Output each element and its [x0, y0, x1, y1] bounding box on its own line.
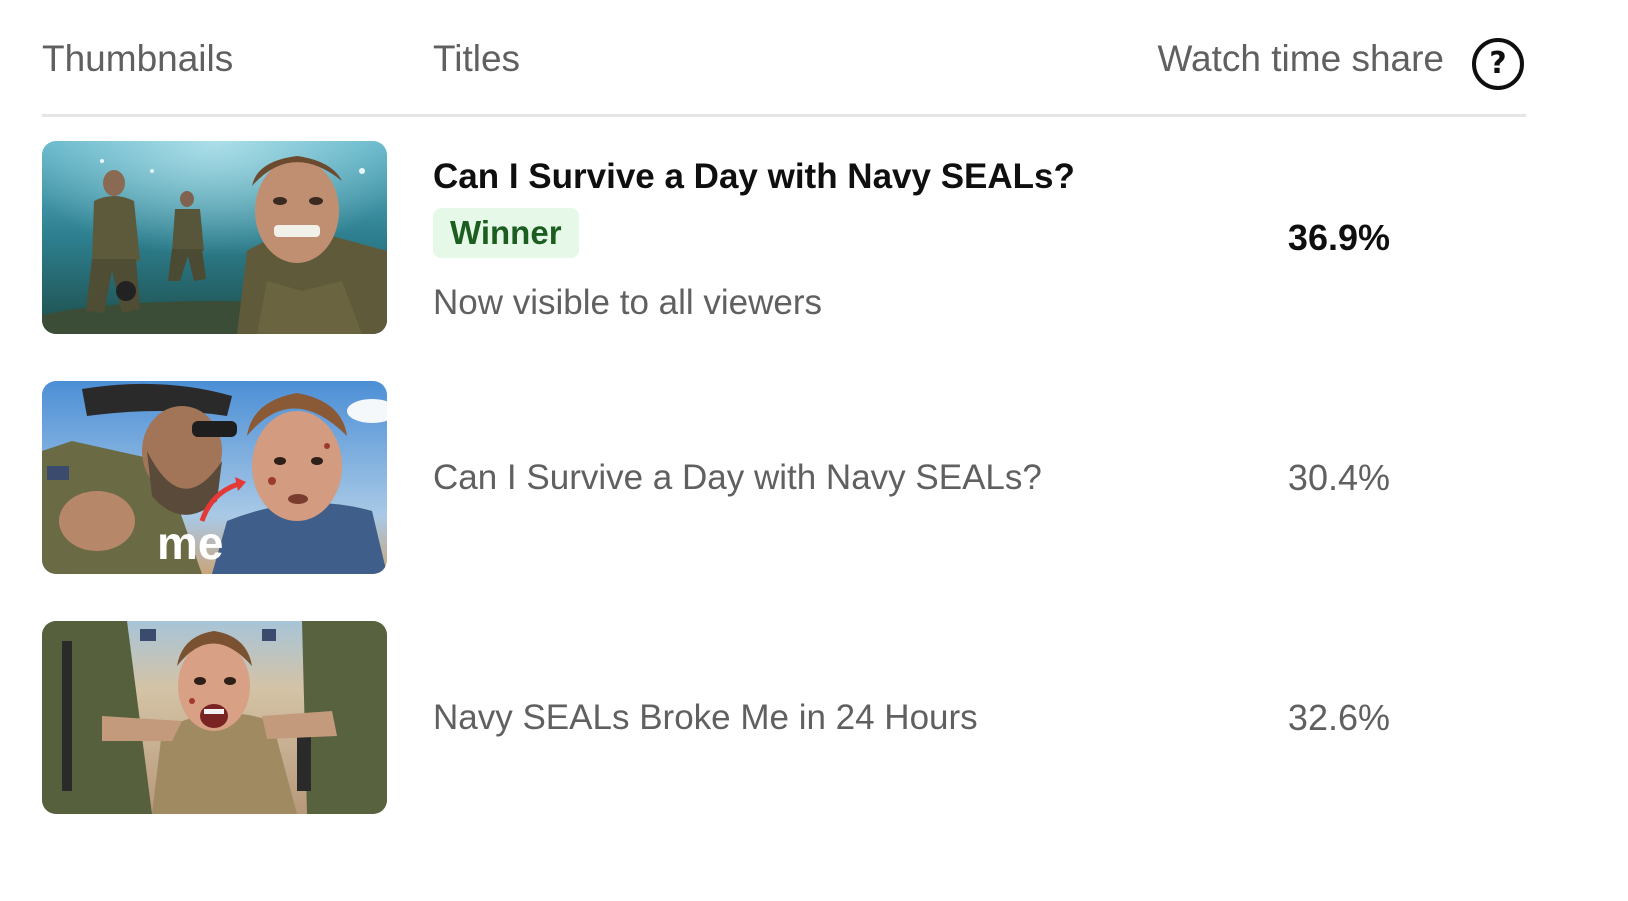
- watch-time-share-table: Thumbnails Titles Watch time share ? Can…: [42, 0, 1526, 814]
- winner-badge: Winner: [433, 208, 579, 258]
- header-thumbnails: Thumbnails: [42, 38, 234, 79]
- table-row: Can I Survive a Day with Navy SEALs? Win…: [42, 141, 1526, 335]
- watch-time-share-value: 36.9%: [1287, 217, 1390, 258]
- table-row: me Can I Survive a Day with Navy SEALs? …: [42, 381, 1526, 575]
- thumbnail-me-label: me: [157, 517, 223, 569]
- header-titles: Titles: [433, 38, 521, 79]
- video-title: Navy SEALs Broke Me in 24 Hours: [433, 698, 978, 737]
- thumbnail-image: me: [42, 381, 387, 574]
- title-column: Can I Survive a Day with Navy SEALs? Win…: [433, 141, 1253, 335]
- table-row: Navy SEALs Broke Me in 24 Hours 32.6%: [42, 621, 1526, 815]
- title-column: Can I Survive a Day with Navy SEALs?: [433, 381, 1253, 575]
- visibility-status: Now visible to all viewers: [433, 283, 823, 322]
- help-circle-icon[interactable]: ?: [1472, 38, 1524, 90]
- watch-time-share-value: 30.4%: [1287, 457, 1390, 498]
- title-column: Navy SEALs Broke Me in 24 Hours: [433, 621, 1253, 815]
- table-header: Thumbnails Titles Watch time share ?: [42, 0, 1526, 117]
- thumbnail-image: [42, 621, 387, 814]
- watch-time-share-value: 32.6%: [1287, 697, 1390, 738]
- video-title: Can I Survive a Day with Navy SEALs?: [433, 157, 1075, 196]
- video-title: Can I Survive a Day with Navy SEALs?: [433, 458, 1042, 497]
- thumbnail-image: [42, 141, 387, 334]
- header-watch-time-share: Watch time share: [1157, 38, 1445, 79]
